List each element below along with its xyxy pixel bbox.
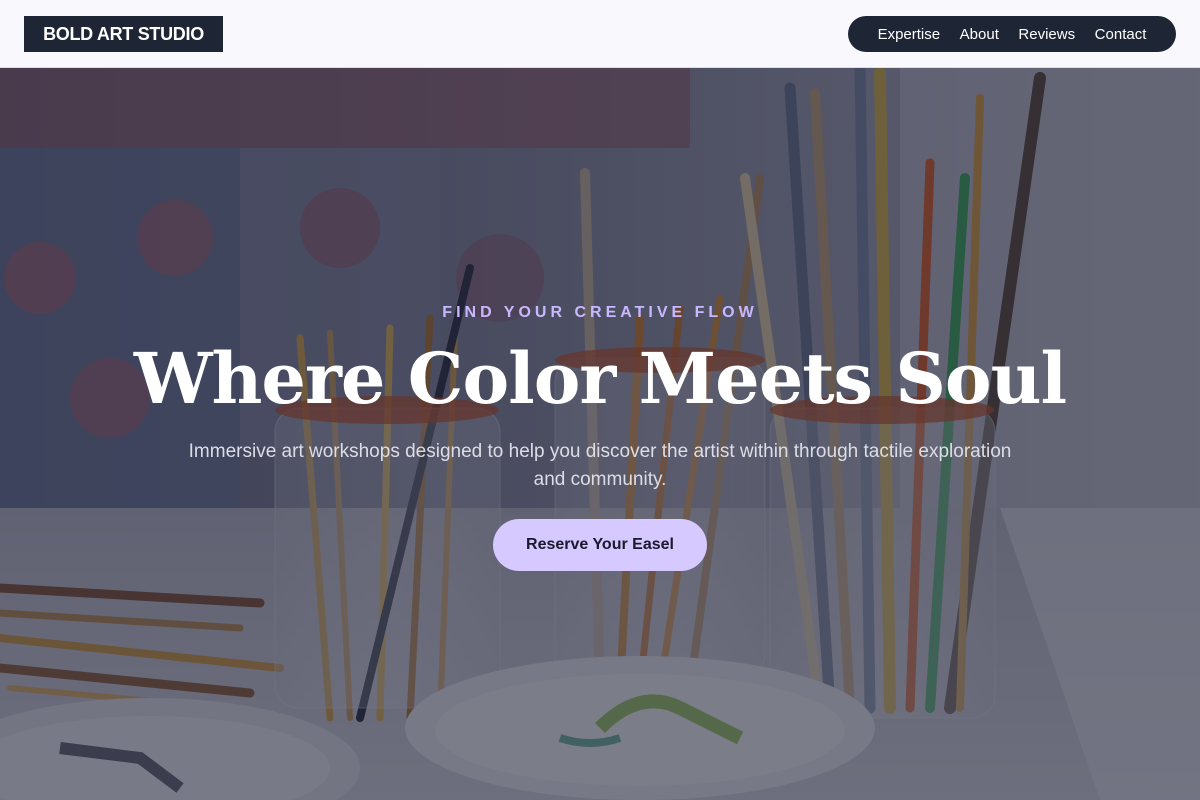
hero-subtitle: Immersive art workshops designed to help… bbox=[188, 441, 1012, 490]
nav-link-expertise[interactable]: Expertise bbox=[878, 26, 941, 43]
logo[interactable]: BOLD ART STUDIO bbox=[24, 16, 223, 52]
main-nav: Expertise About Reviews Contact bbox=[848, 16, 1176, 52]
nav-link-about[interactable]: About bbox=[960, 26, 999, 43]
site-header: BOLD ART STUDIO Expertise About Reviews … bbox=[0, 0, 1200, 68]
hero-content: FIND YOUR CREATIVE FLOW Where Color Meet… bbox=[0, 68, 1200, 800]
nav-link-reviews[interactable]: Reviews bbox=[1018, 26, 1075, 43]
reserve-easel-button[interactable]: Reserve Your Easel bbox=[493, 519, 707, 571]
hero-eyebrow: FIND YOUR CREATIVE FLOW bbox=[442, 304, 758, 321]
hero-title: Where Color Meets Soul bbox=[133, 337, 1067, 420]
nav-link-contact[interactable]: Contact bbox=[1095, 26, 1147, 43]
hero-section: FIND YOUR CREATIVE FLOW Where Color Meet… bbox=[0, 68, 1200, 800]
